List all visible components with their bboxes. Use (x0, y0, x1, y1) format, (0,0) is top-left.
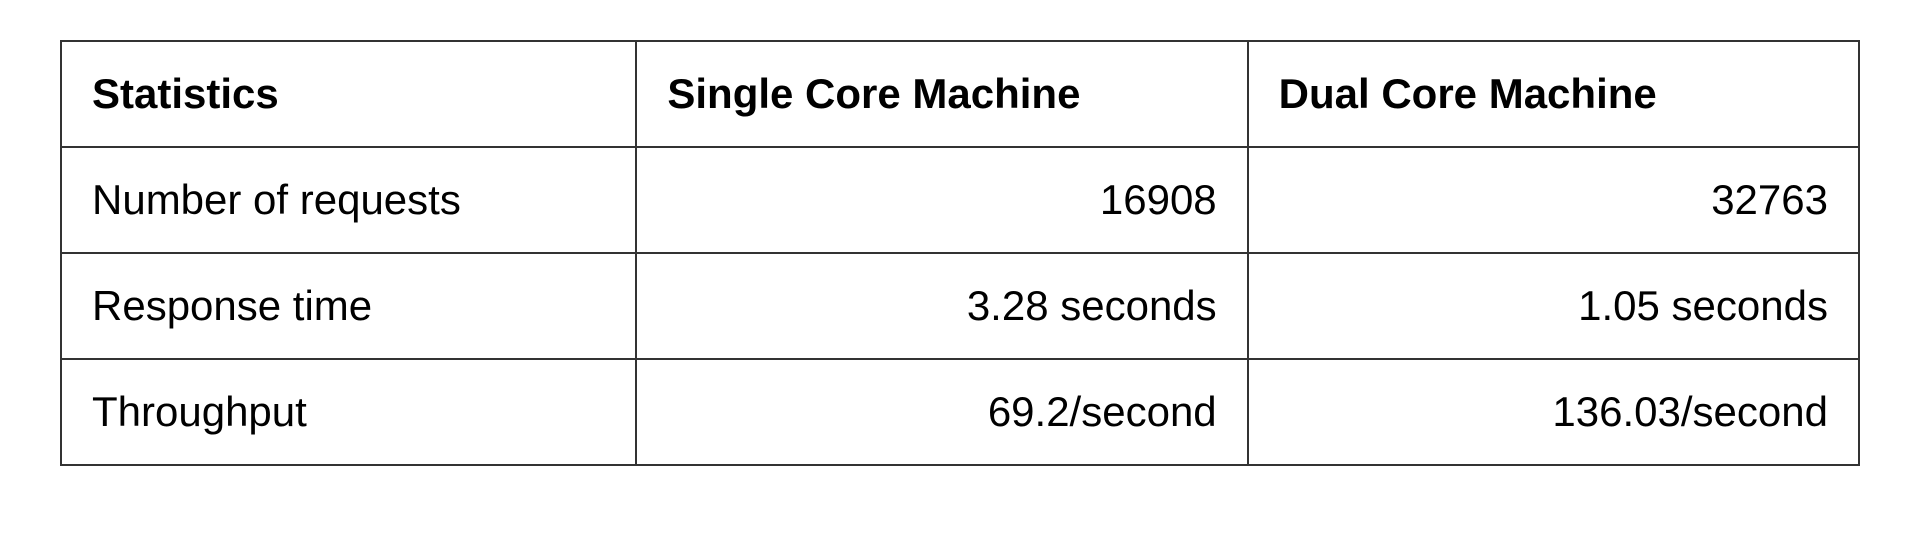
row-label: Response time (61, 253, 636, 359)
header-statistics: Statistics (61, 41, 636, 147)
row-single-value: 69.2/second (636, 359, 1247, 465)
row-single-value: 3.28 seconds (636, 253, 1247, 359)
row-label: Throughput (61, 359, 636, 465)
table-row: Throughput 69.2/second 136.03/second (61, 359, 1859, 465)
row-dual-value: 136.03/second (1248, 359, 1859, 465)
table-row: Number of requests 16908 32763 (61, 147, 1859, 253)
table-header-row: Statistics Single Core Machine Dual Core… (61, 41, 1859, 147)
statistics-table: Statistics Single Core Machine Dual Core… (60, 40, 1860, 466)
header-dual-core: Dual Core Machine (1248, 41, 1859, 147)
row-dual-value: 32763 (1248, 147, 1859, 253)
row-single-value: 16908 (636, 147, 1247, 253)
row-label: Number of requests (61, 147, 636, 253)
row-dual-value: 1.05 seconds (1248, 253, 1859, 359)
header-single-core: Single Core Machine (636, 41, 1247, 147)
table-row: Response time 3.28 seconds 1.05 seconds (61, 253, 1859, 359)
